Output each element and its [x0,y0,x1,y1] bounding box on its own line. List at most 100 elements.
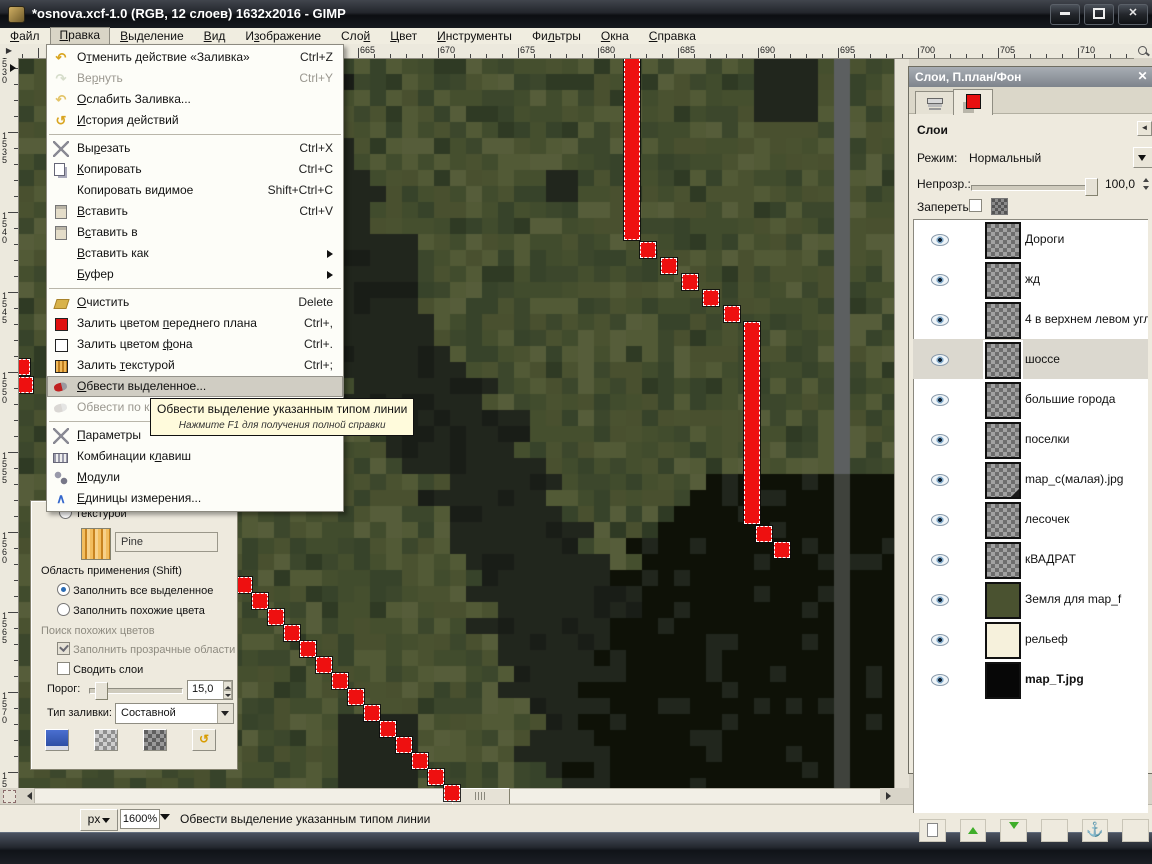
layer-row[interactable]: большие города [913,379,1148,419]
menu-item[interactable]: Очистить Delete [47,292,343,313]
visibility-eye-icon[interactable] [931,394,949,406]
vertical-scrollbar[interactable] [894,58,909,788]
duplicate-layer-button[interactable] [1041,819,1068,842]
menu-item[interactable]: Обвести выделенное... [47,376,343,397]
menu-item[interactable]: Вставить Ctrl+V [47,201,343,222]
spinner-arrows[interactable] [223,681,232,699]
zoom-value[interactable]: 1600% [120,809,160,829]
layer-name[interactable]: шоссе [1025,352,1060,366]
menu-item[interactable]: ↶ Отменить действие «Заливка» Ctrl+Z [47,47,343,68]
save-button[interactable] [45,729,69,751]
pattern-swatch[interactable] [81,528,111,560]
layer-thumbnail[interactable] [985,582,1021,619]
menu-item[interactable]: ↺ История действий [47,110,343,131]
opacity-slider-thumb[interactable] [1085,178,1098,196]
menubar-item[interactable]: Изображение [235,28,331,44]
layer-row[interactable]: 4 в верхнем левом углу [913,299,1148,339]
layer-name[interactable]: поселки [1025,432,1069,446]
lower-layer-button[interactable] [1000,819,1028,842]
reset-button[interactable]: ↺ [192,729,216,751]
pattern-light-button[interactable] [94,729,118,751]
layer-thumbnail[interactable] [985,262,1021,299]
visibility-eye-icon[interactable] [931,354,949,366]
layer-name[interactable]: кВАДРАТ [1025,552,1076,566]
panel-menu-button[interactable]: ◄ [1137,121,1152,136]
menubar-item[interactable]: Справка [639,28,706,44]
menu-item[interactable]: Залить цветом переднего плана Ctrl+, [47,313,343,334]
layer-name[interactable]: большие города [1025,392,1115,406]
horizontal-scrollbar-thumb[interactable] [452,788,510,805]
ruler-corner-button[interactable]: ▶ [0,44,19,59]
layer-thumbnail[interactable] [985,422,1021,459]
layer-row[interactable]: map_c(малая).jpg [913,459,1148,499]
menu-item[interactable]: Вырезать Ctrl+X [47,138,343,159]
layer-thumbnail[interactable] [985,662,1021,699]
pattern-dark-button[interactable] [143,729,167,751]
layer-name[interactable]: лесочек [1025,512,1069,526]
menu-item[interactable]: Комбинации клавиш [47,446,343,467]
layer-row[interactable]: map_T.jpg [913,659,1148,699]
pattern-name-field[interactable]: Pine [115,532,218,552]
opacity-spinner[interactable] [1143,173,1151,191]
scroll-left-button[interactable] [19,788,34,803]
layer-thumbnail[interactable] [985,382,1021,419]
minimize-button[interactable] [1050,4,1080,25]
menubar-item[interactable]: Инструменты [427,28,522,44]
layer-thumbnail[interactable] [985,222,1021,259]
tab-fg-bg-colors[interactable] [953,89,993,115]
layer-row[interactable]: Земля для map_f [913,579,1148,619]
menubar-item[interactable]: Окна [591,28,639,44]
layer-row[interactable]: кВАДРАТ [913,539,1148,579]
visibility-eye-icon[interactable] [931,234,949,246]
menu-item[interactable]: Буфер [47,264,343,285]
visibility-eye-icon[interactable] [931,674,949,686]
opacity-slider[interactable] [971,185,1097,191]
visibility-eye-icon[interactable] [931,434,949,446]
zoom-dropdown-icon[interactable] [160,814,170,825]
layer-thumbnail[interactable] [985,302,1021,339]
menubar-item[interactable]: Слой [331,28,380,44]
menu-item[interactable]: Копировать Ctrl+C [47,159,343,180]
quickmask-toggle[interactable] [3,790,16,803]
new-layer-button[interactable] [919,819,946,842]
menu-item[interactable]: Модули [47,467,343,488]
layer-row[interactable]: лесочек [913,499,1148,539]
visibility-eye-icon[interactable] [931,514,949,526]
scroll-right-button[interactable] [880,788,895,803]
delete-layer-button[interactable] [1122,819,1150,842]
unit-dropdown[interactable]: px [80,809,118,831]
layer-name[interactable]: 4 в верхнем левом углу [1025,312,1148,326]
menu-item[interactable]: Вставить как [47,243,343,264]
menu-item[interactable]: Залить текстурой Ctrl+; [47,355,343,376]
zoom-control[interactable]: 1600% [120,809,174,829]
mode-value[interactable]: Нормальный [969,151,1041,165]
menu-item[interactable]: Вставить в [47,222,343,243]
layer-row[interactable]: шоссе [913,339,1148,381]
layer-thumbnail[interactable] [985,542,1021,579]
sample-merged-checkbox[interactable]: Сводить слои [57,662,143,676]
maximize-button[interactable] [1084,4,1114,25]
menu-item[interactable]: ∧ Единицы измерения... [47,488,343,509]
layer-name[interactable]: жд [1025,272,1040,286]
layer-row[interactable]: жд [913,259,1148,299]
lock-checkbox[interactable] [969,199,982,212]
fill-type-dropdown[interactable]: Составной [115,703,234,724]
visibility-eye-icon[interactable] [931,274,949,286]
menu-item[interactable]: Залить цветом фона Ctrl+. [47,334,343,355]
menu-item[interactable]: Копировать видимое Shift+Ctrl+C [47,180,343,201]
fill-whole-selection-radio[interactable]: Заполнить все выделенное [57,583,213,597]
threshold-slider-thumb[interactable] [95,682,108,700]
layer-name[interactable]: map_c(малая).jpg [1025,472,1123,486]
fill-similar-colors-radio[interactable]: Заполнить похожие цвета [57,603,205,617]
layer-name[interactable]: map_T.jpg [1025,672,1084,686]
visibility-eye-icon[interactable] [931,474,949,486]
visibility-eye-icon[interactable] [931,634,949,646]
layer-row[interactable]: Дороги [913,219,1148,259]
lock-alpha-icon[interactable] [991,198,1008,215]
layer-thumbnail[interactable] [985,502,1021,539]
layer-name[interactable]: Дороги [1025,232,1064,246]
visibility-eye-icon[interactable] [931,554,949,566]
menubar-item[interactable]: Выделение [110,28,194,44]
menubar-item[interactable]: Файл [0,28,50,44]
mode-dropdown-button[interactable] [1133,147,1152,168]
